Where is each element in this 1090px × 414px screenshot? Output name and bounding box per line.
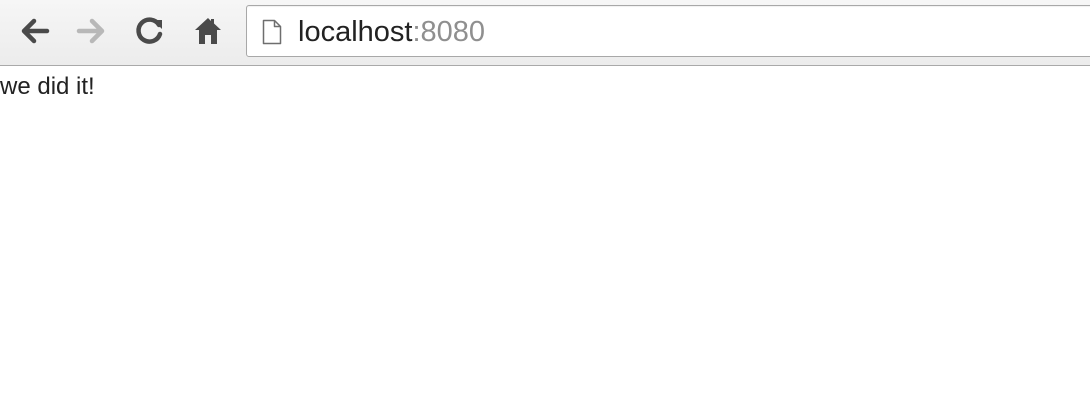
reload-icon	[133, 14, 167, 48]
browser-toolbar: localhost:8080	[0, 0, 1090, 66]
page-icon	[262, 19, 282, 50]
back-button[interactable]	[16, 11, 52, 51]
url-port: :8080	[412, 16, 486, 48]
home-button[interactable]	[190, 11, 226, 51]
forward-arrow-icon	[75, 16, 109, 46]
back-arrow-icon	[17, 16, 51, 46]
url-text[interactable]: localhost:8080	[298, 14, 485, 50]
reload-button[interactable]	[132, 11, 168, 51]
page-body-text: we did it!	[0, 73, 95, 100]
address-bar[interactable]: localhost:8080	[246, 5, 1090, 57]
forward-button[interactable]	[74, 11, 110, 51]
home-icon	[192, 15, 224, 47]
url-host: localhost	[298, 16, 413, 48]
